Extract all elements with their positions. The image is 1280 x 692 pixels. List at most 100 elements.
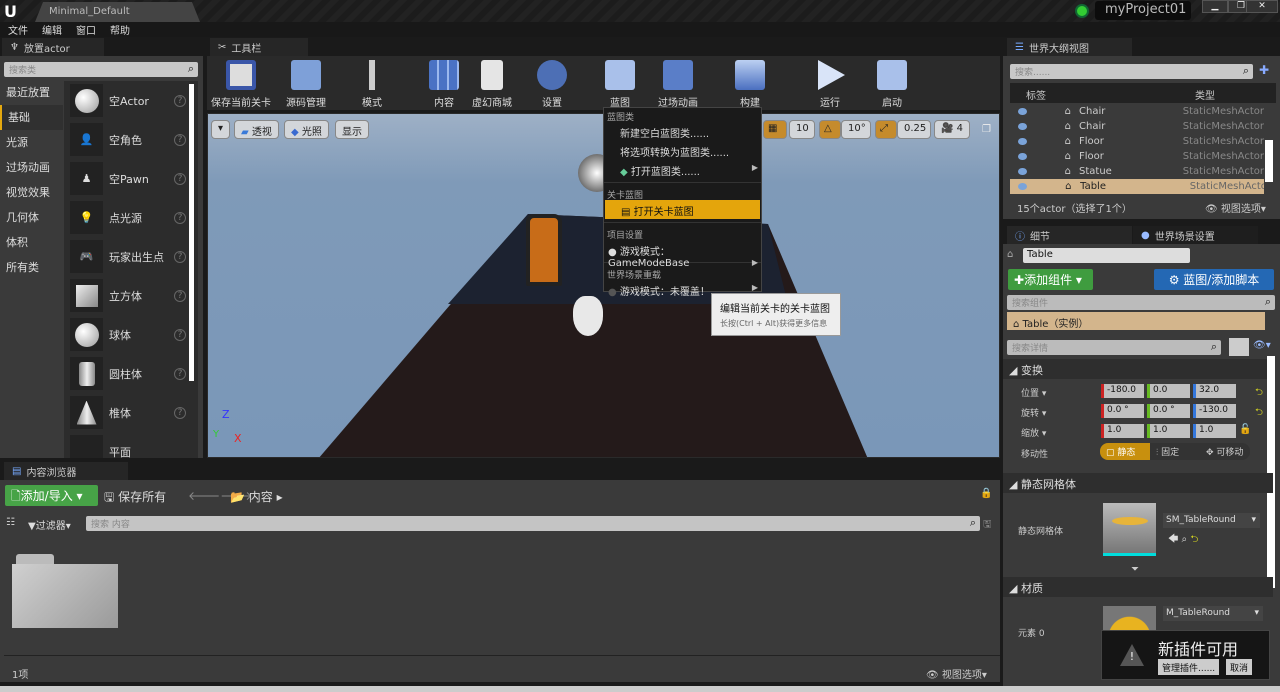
menu-help[interactable]: 帮助	[110, 22, 130, 37]
list-item[interactable]: 圆柱体?	[64, 354, 198, 393]
scale-z-input[interactable]: 1.0	[1193, 424, 1236, 438]
content-button[interactable]: 内容	[419, 60, 469, 109]
reset-icon[interactable]: ⮌	[1255, 385, 1263, 402]
menu-file[interactable]: 文件	[8, 22, 28, 37]
scale-snap-value[interactable]: 0.25	[897, 120, 931, 139]
visibility-eye-icon[interactable]	[1018, 108, 1027, 115]
visibility-eye-icon[interactable]	[1018, 168, 1027, 175]
grid-snap-toggle[interactable]: ▦	[763, 120, 787, 139]
list-item[interactable]: 平面	[64, 432, 198, 458]
property-matrix-button[interactable]	[1229, 338, 1249, 356]
help-icon[interactable]: ?	[174, 367, 186, 380]
mesh-thumbnail[interactable]	[1103, 503, 1156, 556]
help-icon[interactable]: ?	[174, 328, 186, 341]
menu-item-convert-to-blueprint[interactable]: 将选项转换为蓝图类......	[604, 141, 761, 160]
cinematics-button[interactable]: 过场动画	[651, 60, 705, 109]
show-button[interactable]: 显示	[335, 120, 369, 139]
maximize-viewport-icon[interactable]: ❐	[982, 124, 991, 135]
filters-button[interactable]: ▼过滤器▾	[28, 517, 71, 532]
table-row[interactable]: ⌂ Floor StaticMeshActor	[1010, 149, 1264, 164]
list-item[interactable]: 球体?	[64, 315, 198, 354]
blueprint-add-script-button[interactable]: ⚙ 蓝图/添加脚本	[1154, 269, 1274, 290]
menu-item-open-level-blueprint[interactable]: ▤ 打开关卡蓝图	[605, 200, 760, 219]
mobility-static[interactable]: ▢ 静态	[1100, 443, 1150, 460]
tab-world-outliner[interactable]: ☰ 世界大纲视图	[1007, 38, 1132, 56]
menu-edit[interactable]: 编辑	[42, 22, 62, 37]
component-row[interactable]: ⌂ Table（实例）	[1007, 312, 1265, 330]
outliner-search-input[interactable]: 搜索...... ⌕	[1010, 64, 1253, 79]
help-icon[interactable]: ?	[174, 250, 186, 263]
rotation-snap-value[interactable]: 10°	[841, 120, 871, 139]
folder-tile[interactable]	[12, 554, 118, 628]
category-geometry[interactable]: 几何体	[0, 205, 63, 230]
tab-toolbar[interactable]: ✂ 工具栏	[210, 38, 308, 56]
column-type[interactable]: 类型	[1195, 87, 1215, 102]
rotation-y-input[interactable]: 0.0 °	[1147, 404, 1190, 418]
table-row[interactable]: ⌂ Chair StaticMeshActor	[1010, 119, 1264, 134]
menu-item-new-blueprint[interactable]: 新建空白蓝图类......	[604, 122, 761, 141]
help-icon[interactable]: ?	[174, 94, 186, 107]
rotation-z-input[interactable]: -130.0	[1193, 404, 1236, 418]
category-cinematic[interactable]: 过场动画	[0, 155, 63, 180]
category-lights[interactable]: 光源	[0, 130, 63, 155]
help-icon[interactable]: ?	[174, 289, 186, 302]
rotation-label[interactable]: 旋转 ▾	[1021, 406, 1046, 419]
location-label[interactable]: 位置 ▾	[1021, 386, 1046, 399]
scrollbar[interactable]	[1267, 356, 1275, 588]
component-search-input[interactable]: 搜索组件 ⌕	[1007, 295, 1275, 310]
content-search-input[interactable]: 搜索 内容 ⌕	[86, 516, 980, 531]
mobility-movable[interactable]: ✥ 可移动	[1200, 443, 1250, 460]
marketplace-button[interactable]: 虚幻商城	[467, 60, 517, 109]
add-component-button[interactable]: ✚添加组件 ▾	[1008, 269, 1093, 290]
add-import-button[interactable]: 🗋添加/导入 ▾	[5, 485, 98, 506]
tab-content-browser[interactable]: ▤ 内容浏览器	[4, 462, 128, 480]
location-z-input[interactable]: 32.0	[1193, 384, 1236, 398]
scale-label[interactable]: 缩放 ▾	[1021, 426, 1046, 439]
help-icon[interactable]: ?	[174, 133, 186, 146]
scrollbar[interactable]	[1265, 140, 1273, 182]
details-search-input[interactable]: 搜索详情 ⌕	[1007, 340, 1221, 355]
lock-icon[interactable]: 🔓	[1239, 424, 1251, 435]
blueprints-button[interactable]: 蓝图	[595, 60, 645, 109]
transform-section-header[interactable]: ◢ 变换	[1003, 359, 1273, 379]
reset-icon[interactable]: ⮌	[1190, 534, 1198, 545]
expand-arrow-icon[interactable]: ⏷	[1131, 564, 1139, 575]
list-item[interactable]: 立方体?	[64, 276, 198, 315]
save-search-icon[interactable]: 🖫	[983, 517, 992, 534]
category-all-classes[interactable]: 所有类	[0, 255, 63, 280]
back-arrow-icon[interactable]: 🡐	[188, 489, 220, 503]
table-row[interactable]: ⌂ Floor StaticMeshActor	[1010, 134, 1264, 149]
manage-plugins-button[interactable]: 管理插件......	[1158, 659, 1220, 675]
view-options-button[interactable]: 👁 视图选项▾	[1205, 200, 1266, 215]
grid-snap-value[interactable]: 10	[789, 120, 815, 139]
location-x-input[interactable]: -180.0	[1101, 384, 1144, 398]
tab-details[interactable]: ⓘ 细节	[1007, 226, 1132, 244]
scrollbar[interactable]	[189, 84, 194, 381]
rotation-x-input[interactable]: 0.0 °	[1101, 404, 1144, 418]
list-item[interactable]: 💡 点光源?	[64, 198, 198, 237]
list-item[interactable]: ♟ 空Pawn?	[64, 159, 198, 198]
visibility-eye-icon[interactable]	[1018, 153, 1027, 160]
menu-item-open-blueprint-class[interactable]: ◆ 打开蓝图类...... ▶	[604, 160, 761, 179]
close-button[interactable]: ✕	[1246, 0, 1278, 13]
play-button[interactable]: 运行	[805, 60, 855, 109]
tab-world-settings[interactable]: ● 世界场景设置	[1133, 226, 1258, 244]
visibility-eye-icon[interactable]	[1018, 123, 1027, 130]
scale-x-input[interactable]: 1.0	[1101, 424, 1144, 438]
add-actor-icon[interactable]: ✚	[1259, 63, 1269, 77]
static-mesh-section-header[interactable]: ◢ 静态网格体	[1003, 473, 1273, 493]
modes-button[interactable]: 模式	[347, 60, 397, 109]
help-icon[interactable]: ?	[174, 406, 186, 419]
minimize-button[interactable]: ▁	[1202, 0, 1228, 13]
settings-button[interactable]: 设置	[527, 60, 577, 109]
actor-name-input[interactable]: Table	[1023, 248, 1190, 263]
table-row[interactable]: ⌂ Statue StaticMeshActor	[1010, 164, 1264, 179]
cancel-button[interactable]: 取消	[1226, 659, 1253, 675]
list-item[interactable]: 空Actor?	[64, 81, 198, 120]
category-volumes[interactable]: 体积	[0, 230, 63, 255]
menu-item-game-mode[interactable]: ● 游戏模式：GameModeBase ▶	[604, 240, 761, 269]
save-level-button[interactable]: 保存当前关卡	[209, 60, 273, 109]
perspective-button[interactable]: ▰ 透视	[234, 120, 279, 139]
lighting-button[interactable]: ◆ 光照	[284, 120, 329, 139]
build-button[interactable]: 构建	[725, 60, 775, 109]
